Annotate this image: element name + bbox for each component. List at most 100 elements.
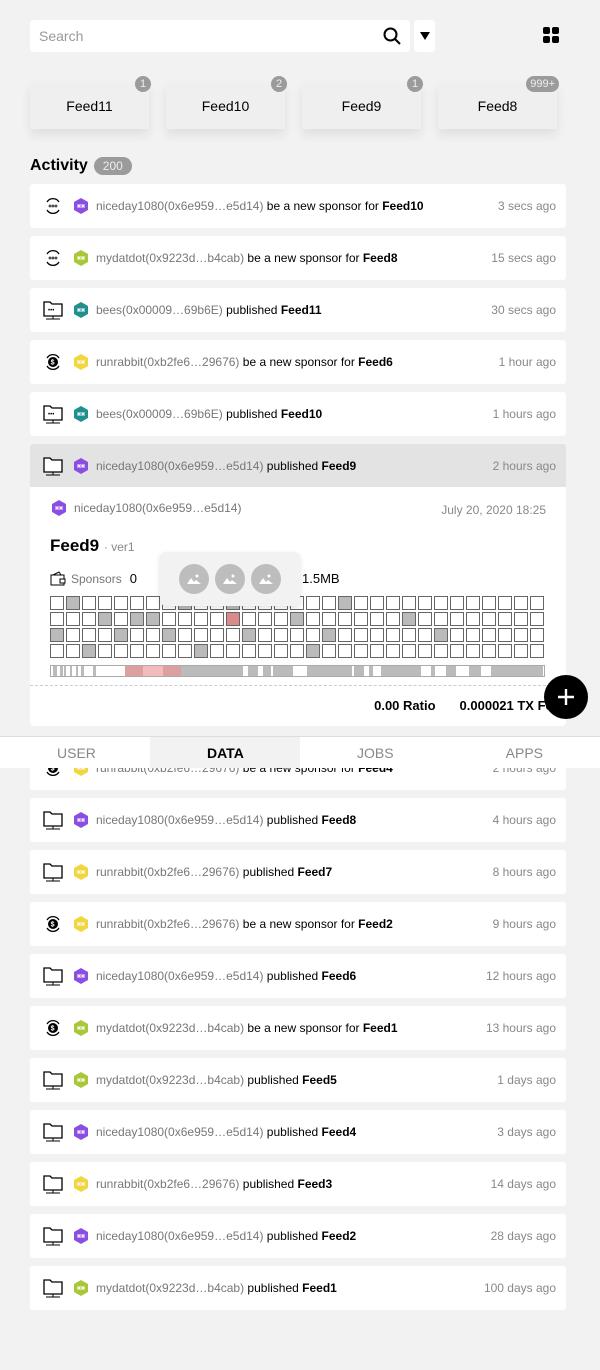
activity-text: niceday1080(0x6e959…e5d14) published Fee… (96, 969, 486, 983)
activity-row[interactable]: $ mydatdot(0x9223d…b4cab) be a new sponso… (30, 1006, 566, 1050)
activity-row[interactable]: ••• bees(0x00009…69b6E) published Feed10 1… (30, 392, 566, 436)
progress-segment (193, 666, 243, 676)
add-button[interactable] (544, 675, 588, 719)
piece-cell (50, 644, 64, 658)
piece-cell (338, 628, 352, 642)
piece-cell (450, 612, 464, 626)
feed-link[interactable]: Feed2 (358, 917, 393, 931)
feed-link[interactable]: Feed6 (358, 355, 393, 369)
feed-link[interactable]: Feed7 (297, 865, 332, 879)
user-link[interactable]: bees(0x00009…69b6E) (96, 407, 223, 421)
user-link[interactable]: runrabbit(0xb2fe6…29676) (96, 865, 239, 879)
activity-row[interactable]: niceday1080(0x6e959…e5d14) published Fee… (30, 1214, 566, 1258)
money-cycle-icon: $ (42, 351, 64, 373)
search-icon[interactable] (383, 27, 401, 45)
tab-user[interactable]: USER (0, 737, 150, 768)
user-link[interactable]: runrabbit(0xb2fe6…29676) (96, 355, 239, 369)
timestamp: 3 days ago (497, 1125, 556, 1139)
action-text: published (263, 1229, 322, 1243)
user-link[interactable]: niceday1080(0x6e959…e5d14) (96, 459, 263, 473)
user-link[interactable]: niceday1080(0x6e959…e5d14) (96, 813, 263, 827)
activity-row[interactable]: $ runrabbit(0xb2fe6…29676) be a new spons… (30, 902, 566, 946)
image-placeholder-icon[interactable] (215, 564, 245, 594)
user-avatar (74, 354, 88, 370)
piece-cell (242, 612, 256, 626)
tab-jobs[interactable]: JOBS (300, 737, 450, 768)
grid-view-icon[interactable] (543, 27, 559, 43)
user-link[interactable]: niceday1080(0x6e959…e5d14) (96, 199, 263, 213)
activity-row[interactable]: niceday1080(0x6e959…e5d14) published Fee… (30, 798, 566, 842)
user-link[interactable]: bees(0x00009…69b6E) (96, 303, 223, 317)
divider (30, 685, 566, 686)
activity-detail-panel: niceday1080(0x6e959…e5d14) July 20, 2020… (30, 487, 566, 726)
piece-cell (194, 644, 208, 658)
feed-link[interactable]: Feed4 (322, 1125, 357, 1139)
feed-link[interactable]: Feed9 (322, 459, 357, 473)
feed-link[interactable]: Feed3 (297, 1177, 332, 1191)
user-link[interactable]: runrabbit(0xb2fe6…29676) (96, 917, 239, 931)
feed-link[interactable]: Feed10 (382, 199, 423, 213)
action-text: be a new sponsor for (244, 251, 363, 265)
activity-row[interactable]: ••• bees(0x00009…69b6E) published Feed11 3… (30, 288, 566, 332)
user-link[interactable]: mydatdot(0x9223d…b4cab) (96, 1281, 244, 1295)
user-link[interactable]: mydatdot(0x9223d…b4cab) (96, 1073, 244, 1087)
feed-link[interactable]: Feed2 (322, 1229, 357, 1243)
activity-row[interactable]: mydatdot(0x9223d…b4cab) published Feed1 1… (30, 1266, 566, 1310)
search-input[interactable] (39, 28, 383, 44)
piece-cell (530, 612, 544, 626)
user-link[interactable]: niceday1080(0x6e959…e5d14) (96, 969, 263, 983)
feed-link[interactable]: Feed8 (363, 251, 398, 265)
piece-cell (66, 612, 80, 626)
search-filter-dropdown[interactable] (414, 20, 435, 52)
activity-row[interactable]: mydatdot(0x9223d…b4cab) be a new sponsor… (30, 236, 566, 280)
piece-cell (274, 628, 288, 642)
activity-row[interactable]: niceday1080(0x6e959…e5d14) published Fee… (30, 954, 566, 998)
activity-row[interactable]: runrabbit(0xb2fe6…29676) published Feed3… (30, 1162, 566, 1206)
activity-row[interactable]: niceday1080(0x6e959…e5d14) published Fee… (30, 444, 566, 488)
feed-link[interactable]: Feed1 (302, 1281, 337, 1295)
detail-user-name[interactable]: niceday1080(0x6e959…e5d14) (74, 501, 241, 515)
piece-cell (242, 644, 256, 658)
piece-cell (498, 628, 512, 642)
tab-apps[interactable]: APPS (450, 737, 600, 768)
activity-row[interactable]: runrabbit(0xb2fe6…29676) published Feed7… (30, 850, 566, 894)
image-placeholder-icon[interactable] (179, 564, 209, 594)
feed-link[interactable]: Feed10 (281, 407, 322, 421)
activity-row[interactable]: mydatdot(0x9223d…b4cab) published Feed5 1… (30, 1058, 566, 1102)
feed-link[interactable]: Feed1 (363, 1021, 398, 1035)
feed-link[interactable]: Feed5 (302, 1073, 337, 1087)
feed-card[interactable]: Feed8 999+ (438, 76, 559, 129)
timestamp: 12 hours ago (485, 969, 556, 983)
piece-cell (146, 644, 160, 658)
piece-cell (66, 596, 80, 610)
feed-card[interactable]: Feed9 1 (302, 76, 423, 129)
piece-cell (418, 628, 432, 642)
sync-sponsor-icon (42, 247, 64, 269)
feed-card[interactable]: Feed11 1 (30, 76, 151, 129)
user-link[interactable]: niceday1080(0x6e959…e5d14) (96, 1229, 263, 1243)
action-text: be a new sponsor for (263, 199, 383, 213)
piece-cell (146, 612, 160, 626)
tab-data[interactable]: DATA (150, 737, 300, 768)
piece-cell (354, 596, 368, 610)
activity-text: runrabbit(0xb2fe6…29676) published Feed7 (96, 865, 493, 879)
user-link[interactable]: mydatdot(0x9223d…b4cab) (96, 251, 244, 265)
user-link[interactable]: mydatdot(0x9223d…b4cab) (96, 1021, 244, 1035)
piece-cell (402, 596, 416, 610)
user-link[interactable]: runrabbit(0xb2fe6…29676) (96, 1177, 239, 1191)
user-link[interactable]: niceday1080(0x6e959…e5d14) (96, 1125, 263, 1139)
activity-row[interactable]: niceday1080(0x6e959…e5d14) published Fee… (30, 1110, 566, 1154)
piece-cell (82, 596, 96, 610)
feed-link[interactable]: Feed6 (322, 969, 357, 983)
feed-card[interactable]: Feed10 2 (166, 76, 287, 129)
activity-row[interactable]: niceday1080(0x6e959…e5d14) be a new spon… (30, 184, 566, 228)
feed-link[interactable]: Feed11 (281, 303, 322, 317)
feed-link[interactable]: Feed8 (322, 813, 357, 827)
progress-segment (263, 666, 271, 676)
action-text: published (263, 1125, 322, 1139)
download-progress-strip (50, 665, 545, 677)
svg-text:$: $ (51, 1026, 55, 1033)
image-placeholder-icon[interactable] (251, 564, 281, 594)
activity-count-badge: 200 (93, 157, 132, 175)
activity-row[interactable]: $ runrabbit(0xb2fe6…29676) be a new spons… (30, 340, 566, 384)
